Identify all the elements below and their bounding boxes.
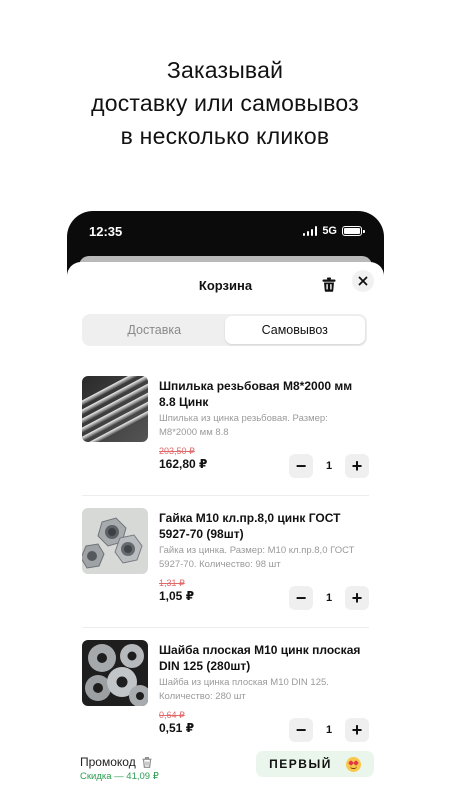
quantity-value: 1 [325, 592, 333, 604]
headline-line-3: в несколько кликов [120, 123, 330, 149]
product-description: Шайба из цинка плоская М10 DIN 125. Коли… [159, 677, 329, 702]
promo-label: Промокод [80, 755, 136, 769]
headline: Заказывай доставку или самовывоз в неско… [0, 54, 450, 153]
delivery-method-switch: Доставка Самовывоз [82, 314, 367, 346]
trash-icon [322, 277, 336, 292]
headline-line-1: Заказывай [166, 57, 284, 83]
increase-button[interactable]: + [345, 454, 369, 478]
increase-button[interactable]: + [345, 586, 369, 610]
cart-item: Шпилька резьбовая М8*2000 мм 8.8 Цинк Шп… [82, 364, 369, 496]
quantity-stepper: − 1 + [289, 585, 369, 611]
close-icon [358, 276, 368, 286]
old-price: 0,64 ₽ [159, 710, 185, 720]
promo-code: ПЕРВЫЙ [269, 757, 332, 771]
product-description: Шпилька из цинка резьбовая. Размер: М8*2… [159, 413, 328, 438]
promo-section: Промокод Скидка — 41,09 ₽ ПЕРВЫЙ [67, 747, 384, 800]
price: 1,05 ₽ [159, 589, 195, 603]
status-indicators: 5G [302, 225, 365, 237]
decrease-button[interactable]: − [289, 454, 313, 478]
quantity-stepper: − 1 + [289, 453, 369, 479]
decrease-button[interactable]: − [289, 718, 313, 742]
cart-items-list: Шпилька резьбовая М8*2000 мм 8.8 Цинк Шп… [67, 364, 384, 760]
phone-mockup: 12:35 5G Корзина Доставка Самовывоз Шпил… [67, 211, 384, 800]
headline-line-2: доставку или самовывоз [91, 90, 359, 116]
cart-item: Шайба плоская М10 цинк плоская DIN 125 (… [82, 628, 369, 760]
quantity-value: 1 [325, 460, 333, 472]
promo-label-row: Промокод [80, 755, 152, 769]
product-description: Гайка из цинка. Размер: М10 кл.пр.8,0 ГО… [159, 545, 355, 570]
product-name[interactable]: Гайка М10 кл.пр.8,0 цинк ГОСТ 5927-70 (9… [159, 510, 367, 542]
quantity-value: 1 [325, 724, 333, 736]
promo-code-chip[interactable]: ПЕРВЫЙ [256, 751, 374, 777]
price: 162,80 ₽ [159, 457, 208, 471]
product-image[interactable] [82, 640, 148, 706]
tab-delivery[interactable]: Доставка [84, 316, 225, 344]
heart-eyes-emoji-icon [345, 756, 361, 772]
cart-header: Корзина [67, 262, 384, 308]
old-price: 1,31 ₽ [159, 578, 185, 588]
close-button[interactable] [352, 270, 374, 292]
signal-icon [302, 226, 318, 236]
old-price: 203,50 ₽ [159, 446, 195, 456]
decrease-button[interactable]: − [289, 586, 313, 610]
product-image[interactable] [82, 376, 148, 442]
cart-item: Гайка М10 кл.пр.8,0 цинк ГОСТ 5927-70 (9… [82, 496, 369, 628]
status-bar: 12:35 5G [67, 211, 384, 251]
promo-discount: Скидка — 41,09 ₽ [80, 771, 159, 782]
product-name[interactable]: Шайба плоская М10 цинк плоская DIN 125 (… [159, 642, 367, 674]
network-label: 5G [322, 225, 337, 237]
clear-cart-button[interactable] [319, 273, 339, 295]
product-name[interactable]: Шпилька резьбовая М8*2000 мм 8.8 Цинк [159, 378, 367, 410]
price: 0,51 ₽ [159, 721, 195, 735]
remove-promo-icon[interactable] [142, 756, 152, 768]
status-time: 12:35 [89, 223, 123, 239]
product-image[interactable] [82, 508, 148, 574]
battery-icon [342, 226, 365, 236]
quantity-stepper: − 1 + [289, 717, 369, 743]
tab-pickup[interactable]: Самовывоз [224, 316, 365, 344]
cart-sheet: Корзина Доставка Самовывоз Шпилька резьб… [67, 262, 384, 800]
increase-button[interactable]: + [345, 718, 369, 742]
